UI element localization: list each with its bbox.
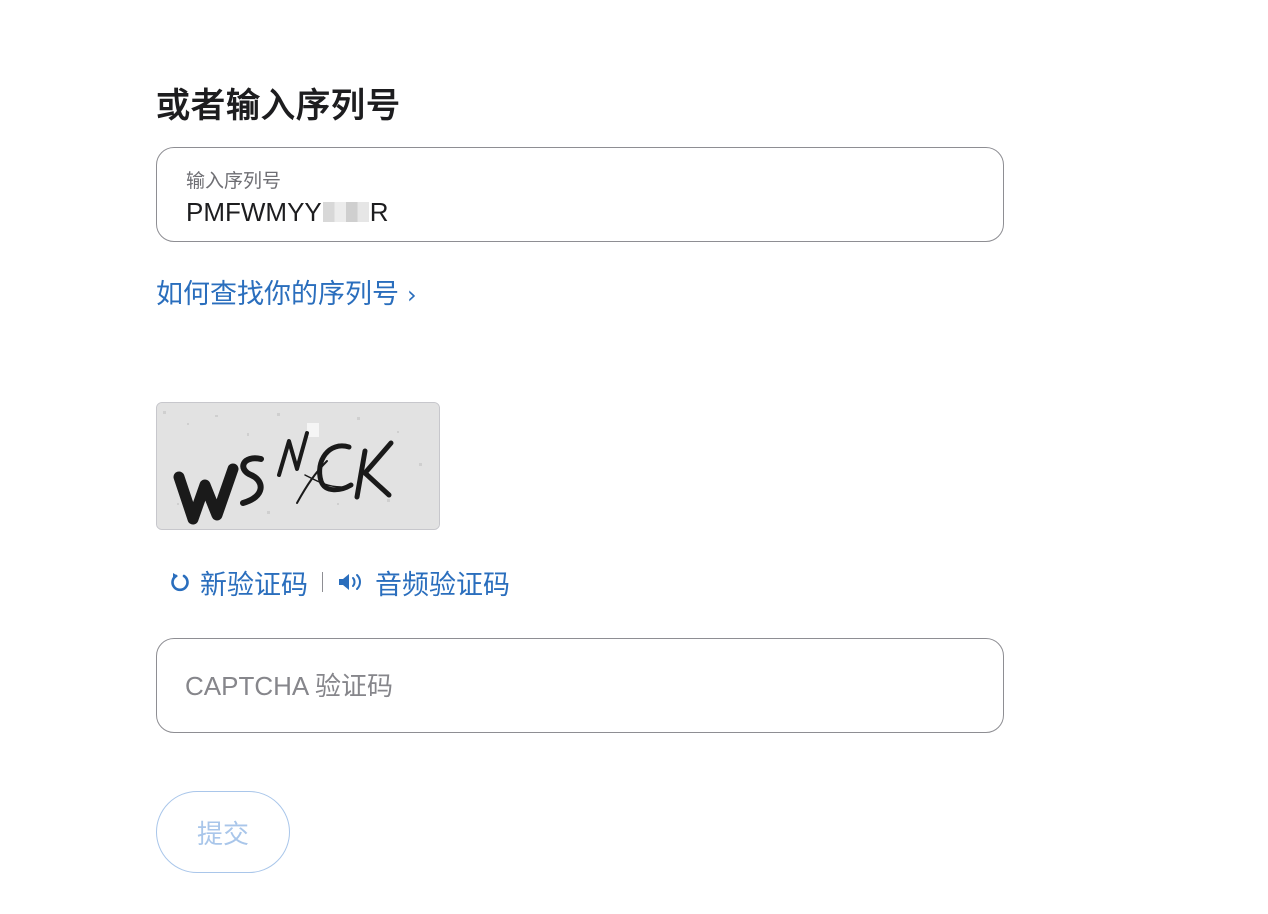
speaker-icon (339, 574, 361, 590)
captcha-field[interactable] (156, 638, 1004, 733)
new-captcha-button[interactable]: 新验证码 (170, 563, 308, 602)
serial-form: 或者输入序列号 输入序列号 PMFWMYY R 如何查找你的序列号 › 新验证码… (156, 0, 1006, 914)
find-serial-link-label: 如何查找你的序列号 (156, 279, 399, 310)
chevron-right-icon: › (407, 281, 417, 309)
submit-button[interactable]: 提交 (156, 791, 290, 873)
captcha-actions-divider (322, 572, 323, 592)
page-title: 或者输入序列号 (156, 86, 401, 126)
captcha-input[interactable] (185, 665, 965, 707)
captcha-image-graphic (157, 403, 439, 529)
audio-captcha-label: 音频验证码 (375, 569, 510, 601)
captcha-actions: 新验证码 音频验证码 (170, 562, 510, 602)
serial-number-value[interactable]: PMFWMYY R (186, 197, 389, 228)
captcha-image (156, 402, 440, 530)
serial-number-label: 输入序列号 (186, 170, 282, 192)
refresh-icon (171, 573, 189, 592)
serial-redaction-mask (322, 202, 369, 222)
find-serial-link[interactable]: 如何查找你的序列号 › (156, 272, 417, 311)
serial-number-suffix: R (369, 197, 389, 227)
audio-captcha-button[interactable]: 音频验证码 (337, 563, 510, 602)
serial-number-prefix: PMFWMYY (186, 197, 322, 227)
new-captcha-label: 新验证码 (200, 569, 308, 601)
serial-number-field[interactable]: 输入序列号 PMFWMYY R (156, 147, 1004, 242)
